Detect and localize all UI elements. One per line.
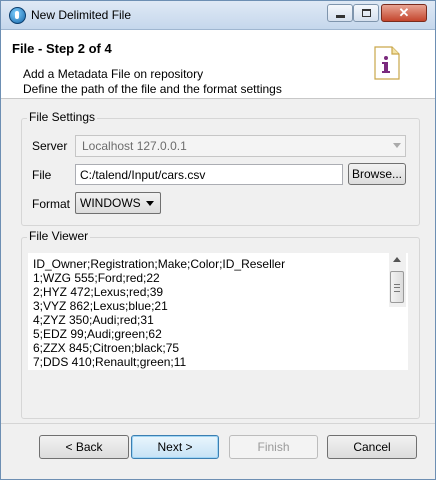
file-viewer-text[interactable]: ID_Owner;Registration;Make;Color;ID_Rese… bbox=[28, 253, 408, 370]
minimize-icon bbox=[336, 15, 345, 18]
file-settings-label: File Settings bbox=[27, 110, 98, 124]
grip-icon bbox=[394, 284, 400, 292]
viewer-line: 4;ZYZ 350;Audi;red;31 bbox=[33, 313, 154, 327]
format-label: Format bbox=[32, 197, 71, 211]
metadata-file-icon bbox=[374, 46, 400, 80]
description-line-2: Define the path of the file and the form… bbox=[23, 82, 282, 96]
file-path-input[interactable] bbox=[75, 164, 343, 185]
server-value: Localhost 127.0.0.1 bbox=[82, 139, 187, 153]
maximize-icon bbox=[362, 9, 371, 17]
format-value: WINDOWS bbox=[80, 196, 141, 210]
window-title: New Delimited File bbox=[31, 8, 132, 22]
finish-button[interactable]: Finish bbox=[229, 435, 318, 459]
button-bar-separator bbox=[1, 423, 435, 424]
file-label: File bbox=[32, 168, 52, 182]
description-line-1: Add a Metadata File on repository bbox=[23, 67, 204, 81]
next-button[interactable]: Next > bbox=[131, 435, 219, 459]
format-dropdown[interactable]: WINDOWS bbox=[75, 192, 161, 214]
file-viewer-label: File Viewer bbox=[27, 229, 91, 243]
viewer-line: 6;ZZX 845;Citroen;black;75 bbox=[33, 341, 180, 355]
maximize-button[interactable] bbox=[353, 4, 379, 22]
step-title: File - Step 2 of 4 bbox=[12, 41, 112, 56]
viewer-line: 7;DDS 410;Renault;green;11 bbox=[33, 355, 187, 369]
back-button[interactable]: < Back bbox=[39, 435, 129, 459]
server-label: Server bbox=[32, 139, 68, 153]
browse-button[interactable]: Browse... bbox=[348, 163, 406, 185]
title-bar[interactable]: New Delimited File ✕ bbox=[1, 1, 435, 30]
viewer-line: 1;WZG 555;Ford;red;22 bbox=[33, 271, 160, 285]
chevron-down-icon bbox=[393, 143, 401, 148]
server-combo[interactable]: Localhost 127.0.0.1 bbox=[75, 135, 406, 157]
chevron-down-icon bbox=[146, 201, 154, 206]
wizard-header: File - Step 2 of 4 Add a Metadata File o… bbox=[1, 30, 435, 99]
scroll-thumb[interactable] bbox=[390, 271, 404, 303]
viewer-line: 3;VYZ 862;Lexus;blue;21 bbox=[33, 299, 168, 313]
viewer-scrollbar[interactable] bbox=[389, 253, 406, 307]
talend-app-icon bbox=[9, 7, 26, 24]
minimize-button[interactable] bbox=[327, 4, 353, 22]
viewer-line: 2;HYZ 472;Lexus;red;39 bbox=[33, 285, 164, 299]
dialog-window: New Delimited File ✕ File - Step 2 of 4 … bbox=[0, 0, 436, 480]
viewer-line: 5;EDZ 99;Audi;green;62 bbox=[33, 327, 162, 341]
close-button[interactable]: ✕ bbox=[381, 4, 427, 22]
scroll-up-arrow-icon[interactable] bbox=[393, 257, 401, 262]
cancel-button[interactable]: Cancel bbox=[327, 435, 417, 459]
close-icon: ✕ bbox=[398, 5, 410, 20]
viewer-line: ID_Owner;Registration;Make;Color;ID_Rese… bbox=[33, 257, 286, 271]
